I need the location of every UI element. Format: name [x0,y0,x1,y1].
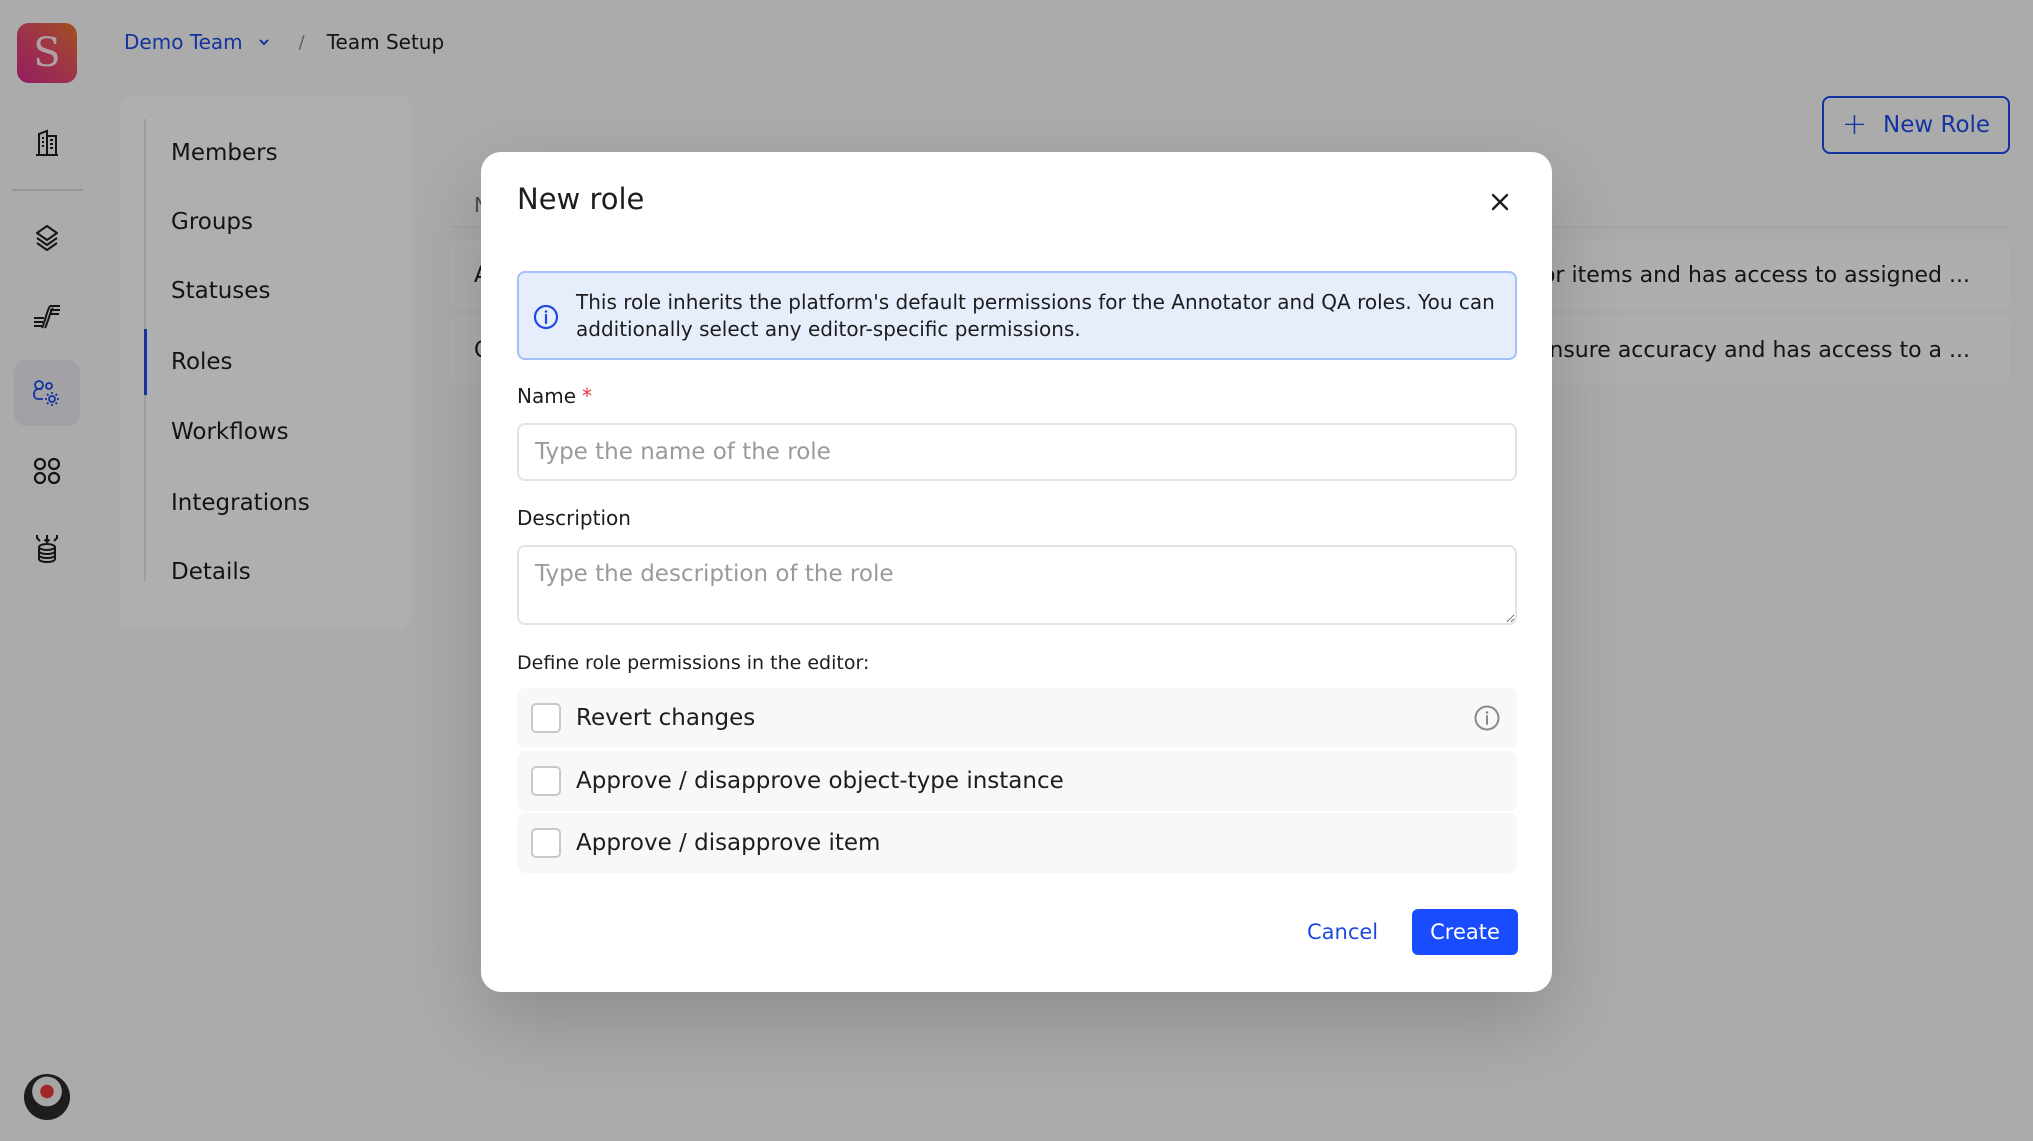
description-label: Description [517,506,631,530]
permission-label: Approve / disapprove object-type instanc… [576,768,1064,794]
name-label: Name * [517,384,592,408]
permission-label: Approve / disapprove item [576,830,881,856]
cancel-button[interactable]: Cancel [1295,909,1390,955]
info-text: This role inherits the platform's defaul… [576,289,1495,341]
revert-changes-checkbox[interactable] [531,703,561,733]
approve-object-checkbox[interactable] [531,766,561,796]
permission-row-approve-item[interactable]: Approve / disapprove item [517,813,1517,873]
approve-item-checkbox[interactable] [531,828,561,858]
required-indicator: * [582,384,593,408]
info-icon [533,304,559,330]
permission-row-revert-changes[interactable]: Revert changes [517,688,1517,748]
role-name-input[interactable] [517,423,1517,481]
close-icon [1491,193,1509,211]
create-button[interactable]: Create [1412,909,1518,955]
permissions-label: Define role permissions in the editor: [517,652,870,674]
close-button[interactable] [1484,186,1516,218]
info-icon[interactable] [1473,704,1501,732]
info-banner: This role inherits the platform's defaul… [517,271,1517,360]
role-description-input[interactable] [517,545,1517,625]
permission-label: Revert changes [576,705,756,731]
new-role-dialog: New role This role inherits the platform… [481,152,1552,992]
dialog-title: New role [517,182,645,216]
permission-row-approve-object[interactable]: Approve / disapprove object-type instanc… [517,751,1517,811]
name-label-text: Name [517,384,577,408]
